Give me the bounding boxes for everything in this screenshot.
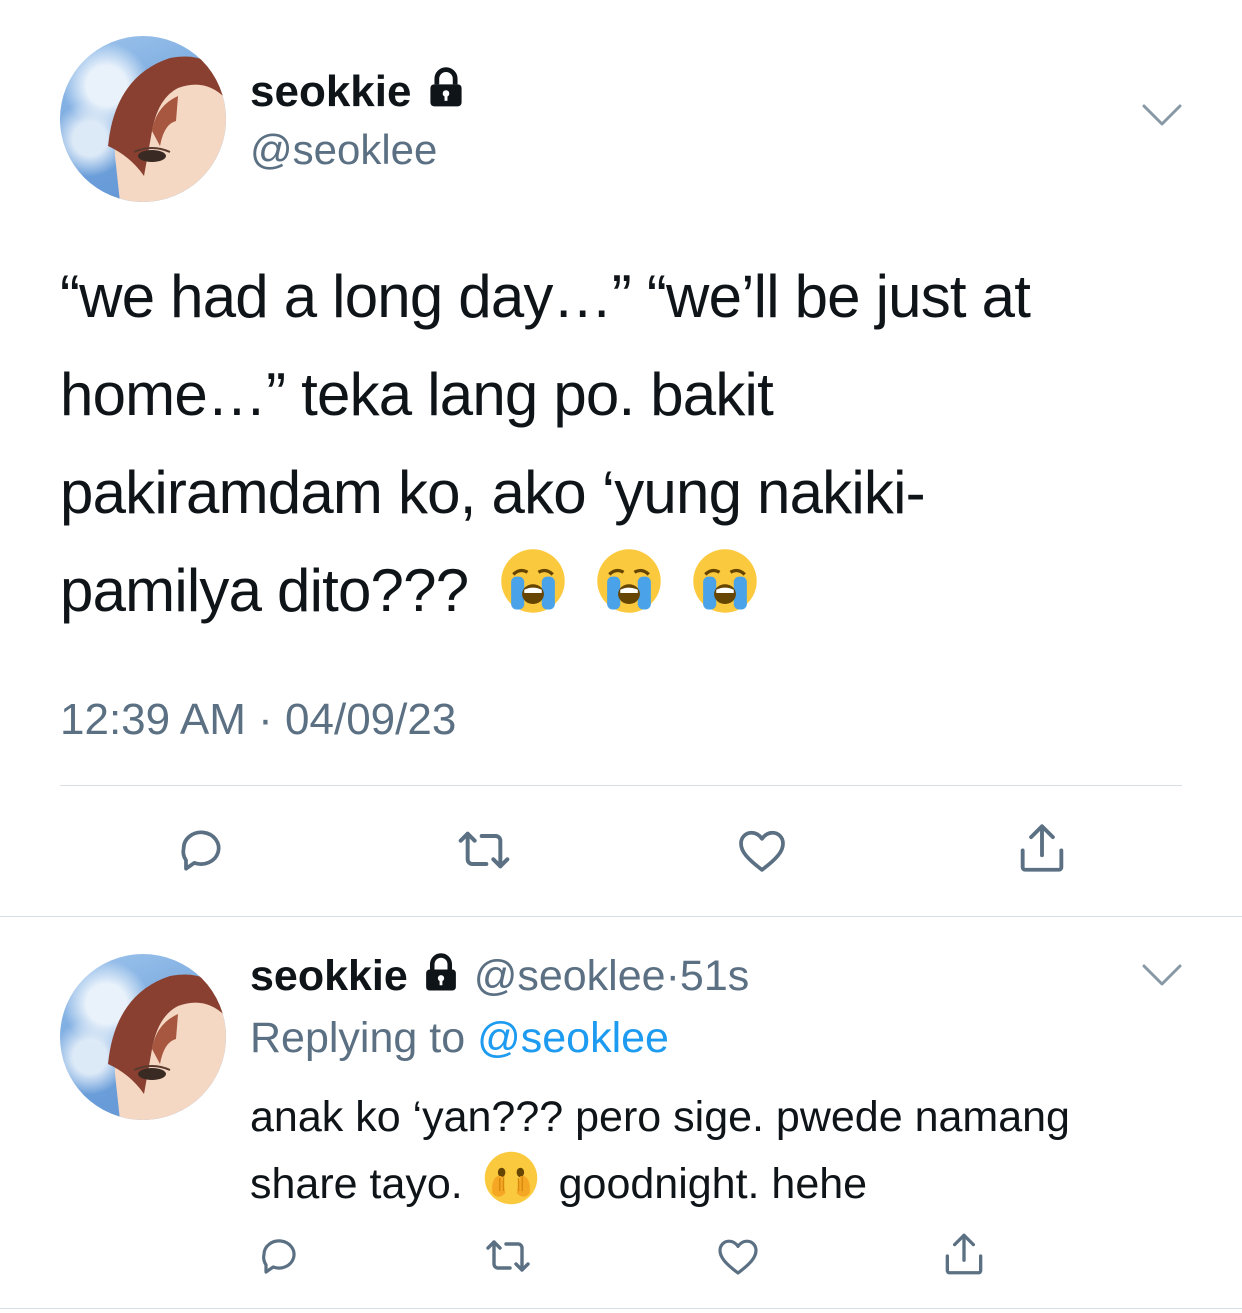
reply-icon xyxy=(181,830,221,871)
tweet-timestamp[interactable]: 12:39 AM · 04/09/23 xyxy=(60,694,456,746)
reply-text-part: share tayo. xyxy=(250,1159,463,1208)
replying-to-line: Replying to @seoklee xyxy=(250,1012,669,1064)
replying-to-label: Replying to xyxy=(250,1014,466,1062)
share-button[interactable] xyxy=(1010,816,1074,880)
tweet-line: “we had a long day…” “we’ll be just at xyxy=(60,263,1031,330)
reply-text-part: goodnight. hehe xyxy=(558,1159,868,1208)
retweet-icon xyxy=(486,1240,530,1272)
display-name-text[interactable]: seokkie xyxy=(250,67,411,116)
tweet-time[interactable]: 12:39 AM xyxy=(60,695,246,744)
display-name[interactable]: seokkie xyxy=(250,952,408,1000)
tweet-line-last: pamilya dito??? xyxy=(60,542,1200,645)
divider xyxy=(0,1308,1242,1309)
meta-separator: · xyxy=(258,695,273,744)
meta-separator: · xyxy=(665,952,680,1000)
crying-face-emoji xyxy=(498,546,568,645)
reply-line: anak ko ‘yan??? pero sige. pwede namang xyxy=(250,1093,1070,1141)
divider xyxy=(60,785,1182,786)
handle[interactable]: @seoklee xyxy=(474,952,666,1000)
crying-face-emoji xyxy=(594,546,664,645)
tweet-line: home…” teka lang po. bakit xyxy=(60,361,774,428)
share-icon xyxy=(945,1233,983,1275)
heart-icon xyxy=(718,1239,758,1275)
chevron-down-icon[interactable] xyxy=(1140,960,1184,995)
lock-icon xyxy=(420,952,462,1006)
retweet-button[interactable] xyxy=(450,818,518,882)
retweet-button[interactable] xyxy=(478,1228,538,1284)
share-button[interactable] xyxy=(936,1226,992,1282)
crying-face-emoji xyxy=(690,546,760,645)
reply-header: seokkie @seoklee·51s xyxy=(250,950,749,1006)
like-button[interactable] xyxy=(730,818,794,882)
display-name[interactable]: seokkie xyxy=(250,66,468,122)
lock-icon xyxy=(424,66,468,122)
tweet-date[interactable]: 04/09/23 xyxy=(285,695,456,744)
chevron-down-icon[interactable] xyxy=(1140,100,1184,135)
avatar[interactable] xyxy=(60,954,226,1120)
retweet-icon xyxy=(458,831,510,869)
like-button[interactable] xyxy=(710,1228,766,1284)
avatar[interactable] xyxy=(60,36,226,202)
reply-button[interactable] xyxy=(250,1228,306,1284)
reply-age[interactable]: 51s xyxy=(680,952,749,1000)
replying-to-mention[interactable]: @seoklee xyxy=(477,1014,669,1062)
reply-button[interactable] xyxy=(168,818,232,882)
reply-line: share tayo. goodnight. hehe xyxy=(250,1148,1210,1225)
divider xyxy=(0,916,1242,917)
handle[interactable]: @seoklee xyxy=(250,126,437,174)
tweet-line: pamilya dito??? xyxy=(60,557,469,624)
tweet-line: pakiramdam ko, ako ‘yung nakiki- xyxy=(60,459,926,526)
heart-icon xyxy=(739,830,785,872)
reply-text: anak ko ‘yan??? pero sige. pwede namang … xyxy=(250,1086,1210,1225)
tweet-text: “we had a long day…” “we’ll be just at h… xyxy=(60,248,1200,645)
reply-icon xyxy=(262,1239,296,1274)
share-icon xyxy=(1020,824,1064,872)
hand-over-mouth-emoji xyxy=(481,1148,541,1225)
